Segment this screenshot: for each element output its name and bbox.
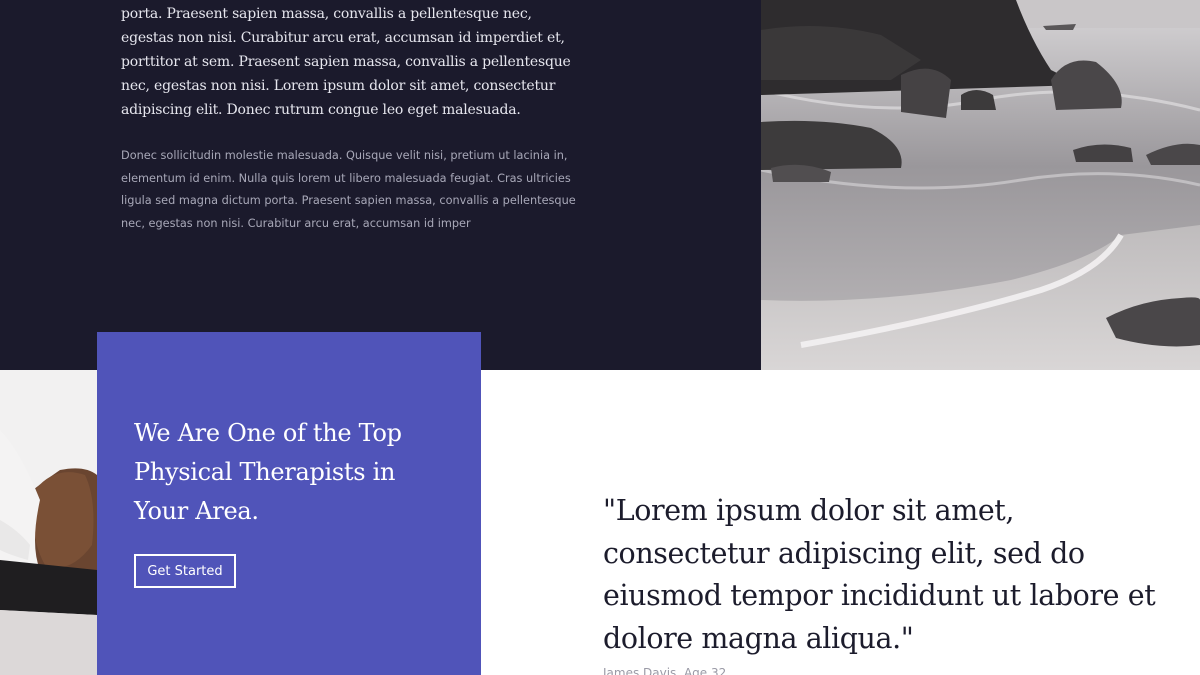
testimonial-quote: "Lorem ipsum dolor sit amet, consectetur… [603,494,1156,655]
athlete-photo [0,370,97,675]
cta-heading: We Are One of the Top Physical Therapist… [134,419,402,525]
cta-card: We Are One of the Top Physical Therapist… [97,332,481,675]
get-started-button[interactable]: Get Started [134,554,236,588]
about-paragraph-serif: porta. Praesent sapien massa, convallis … [121,6,571,118]
testimonial-author: James Davis, Age 32 [603,666,727,675]
about-paragraph-sans: Donec sollicitudin molestie malesuada. Q… [121,149,576,230]
about-section: porta. Praesent sapien massa, convallis … [0,0,761,370]
beach-rocks-photo [761,0,1200,370]
